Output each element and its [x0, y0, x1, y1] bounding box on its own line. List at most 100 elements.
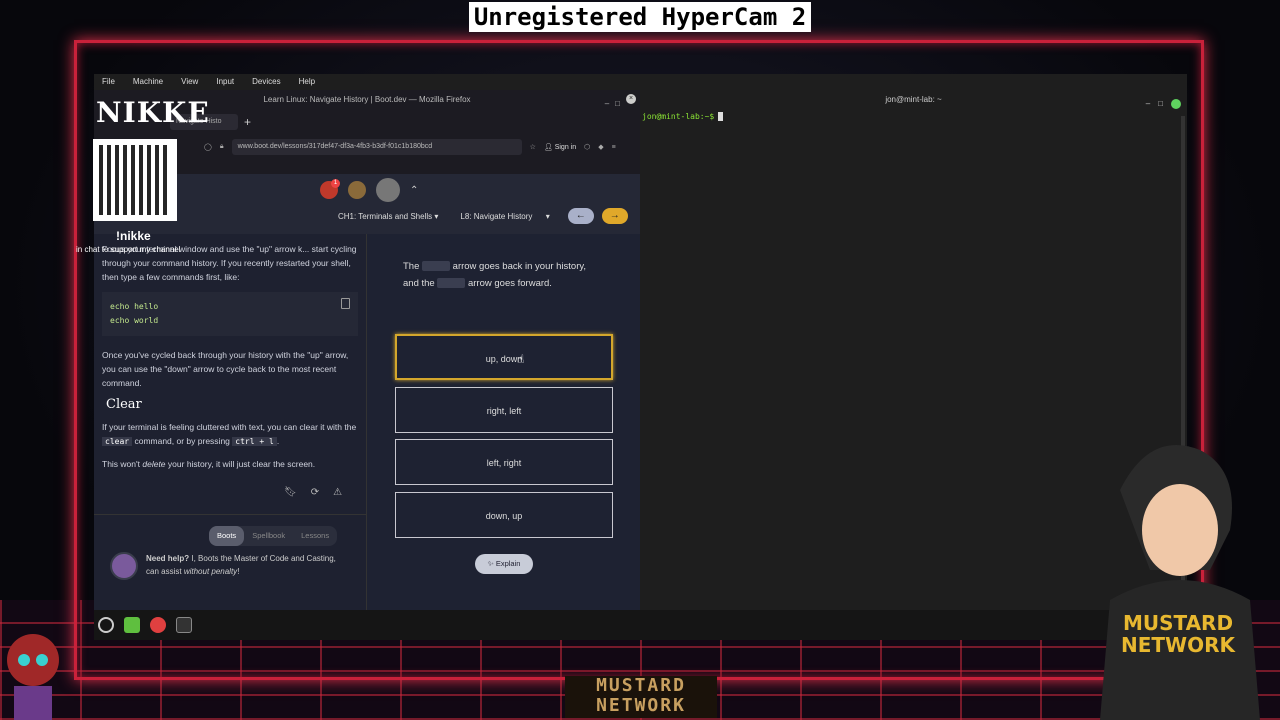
- quiz-question: The arrow goes back in your history, and…: [403, 258, 593, 292]
- hoodie-text: NETWORK: [1121, 633, 1237, 657]
- warning-icon[interactable]: ⚠: [333, 486, 342, 500]
- mint-taskbar: [94, 610, 1187, 640]
- text-fragment: .: [276, 436, 280, 446]
- inline-code: ctrl + l: [232, 437, 277, 446]
- close-icon[interactable]: ×: [626, 94, 636, 104]
- streamer-avatar-character: MUSTARD NETWORK: [1100, 445, 1260, 720]
- maximize-icon[interactable]: □: [615, 94, 620, 114]
- bootdev-page: 1 ⌃ CH1: Terminals and Shells ▾ L8: Navi…: [94, 174, 640, 620]
- maximize-icon[interactable]: □: [1158, 94, 1163, 114]
- nikke-support-text: in chat to support my channel: [76, 245, 181, 254]
- text-fragment: command, or by pressing: [134, 436, 230, 446]
- tab-boots[interactable]: Boots: [209, 526, 245, 546]
- notification-bell-icon[interactable]: 1: [320, 179, 340, 199]
- terminal-titlebar: jon@mint-lab: ~ – □: [640, 90, 1187, 110]
- answer-option[interactable]: up, down: [395, 334, 613, 380]
- bookmark-star-icon[interactable]: ☆: [530, 143, 536, 151]
- terminal-line: jon@mint-lab:~$: [640, 112, 1187, 121]
- answer-option[interactable]: down, up: [395, 492, 613, 538]
- emphasis: without penalty: [183, 567, 238, 576]
- minimize-icon[interactable]: –: [605, 94, 609, 114]
- new-tab-icon[interactable]: +: [244, 115, 251, 129]
- avatar[interactable]: [376, 178, 400, 202]
- hoodie-text: MUSTARD: [1123, 611, 1233, 635]
- gems-icon[interactable]: [348, 181, 366, 199]
- text-fragment: If your terminal is feeling cluttered wi…: [102, 422, 357, 432]
- answer-option[interactable]: left, right: [395, 439, 613, 485]
- terminal-taskbar-icon[interactable]: [176, 617, 192, 633]
- extensions-icon[interactable]: ⬡: [584, 143, 590, 151]
- shell-prompt: jon@mint-lab:~$: [642, 112, 715, 121]
- lesson-actions: 🔖︎ ⟳ ⚠: [284, 486, 342, 500]
- text-fragment: !: [237, 567, 240, 576]
- lesson-content: Focus your terminal window and use the "…: [94, 234, 366, 620]
- menu-view[interactable]: View: [181, 74, 198, 90]
- bookmark-icon[interactable]: 🔖︎: [284, 486, 297, 500]
- files-icon[interactable]: [124, 617, 140, 633]
- qr-pattern: [99, 145, 171, 215]
- logo-line: NETWORK: [596, 695, 686, 716]
- logo-line: MUSTARD: [596, 675, 686, 696]
- inline-code: clear: [102, 437, 133, 446]
- menu-file[interactable]: File: [102, 74, 115, 90]
- help-title: Need help?: [146, 554, 190, 563]
- close-icon[interactable]: [1171, 99, 1181, 109]
- text-fragment: The: [403, 261, 420, 272]
- terminal-cursor: [718, 112, 724, 121]
- menu-hamburger-icon[interactable]: ≡: [612, 144, 616, 151]
- lock-icon: 🔒︎: [219, 143, 224, 150]
- lesson-select[interactable]: L8: Navigate History ▾: [456, 209, 553, 224]
- stream-stage: Unregistered HyperCam 2 File Machine Vie…: [0, 0, 1280, 720]
- chapter-select[interactable]: CH1: Terminals and Shells ▾: [334, 209, 442, 224]
- quiz-panel: The arrow goes back in your history, and…: [366, 234, 640, 620]
- boots-avatar: [110, 552, 138, 580]
- next-lesson-button[interactable]: →: [601, 208, 628, 224]
- code-line: echo world: [110, 316, 159, 325]
- section-heading: Clear: [106, 397, 142, 412]
- mustard-network-logo: MUSTARD NETWORK: [565, 676, 717, 718]
- help-panel: Need help? I, Boots the Master of Code a…: [110, 552, 350, 580]
- answer-option[interactable]: right, left: [395, 387, 613, 433]
- virtualbox-window: File Machine View Input Devices Help Lea…: [94, 74, 1187, 640]
- firefox-taskbar-icon[interactable]: [150, 617, 166, 633]
- text-fragment: your history, it will just clear the scr…: [167, 459, 316, 469]
- shield-icon[interactable]: ◯: [204, 143, 212, 151]
- qr-code: [93, 139, 177, 221]
- lesson-selectors: CH1: Terminals and Shells ▾ L8: Navigate…: [334, 208, 628, 224]
- window-controls: – □ ×: [605, 94, 636, 114]
- vm-menubar: File Machine View Input Devices Help: [94, 74, 1187, 90]
- mascot-character: [7, 634, 59, 720]
- sign-in-button[interactable]: 👤︎ Sign in: [544, 143, 576, 151]
- window-controls: – □: [1146, 94, 1181, 114]
- divider: [94, 514, 366, 515]
- sign-in-label: Sign in: [554, 144, 577, 151]
- tab-spellbook[interactable]: Spellbook: [244, 526, 293, 546]
- notification-count: 1: [331, 179, 340, 188]
- menu-devices[interactable]: Devices: [252, 74, 280, 90]
- explain-label: Explain: [495, 559, 521, 568]
- minimize-icon[interactable]: –: [1146, 94, 1150, 114]
- lesson-select-label: L8: Navigate History: [460, 211, 533, 221]
- shield-ext-icon[interactable]: ◆: [598, 143, 603, 151]
- url-bar[interactable]: www.boot.dev/lessons/317def47-df3a-4fb3-…: [231, 139, 522, 155]
- menu-input[interactable]: Input: [216, 74, 234, 90]
- hypercam-watermark: Unregistered HyperCam 2: [469, 2, 811, 32]
- chevron-up-icon[interactable]: ⌃: [410, 185, 418, 196]
- menu-machine[interactable]: Machine: [133, 74, 163, 90]
- mint-menu-icon[interactable]: [98, 617, 114, 633]
- code-line: echo hello: [110, 302, 159, 311]
- text-fragment: This won't: [102, 459, 140, 469]
- prev-lesson-button[interactable]: ←: [567, 208, 594, 224]
- tab-lessons[interactable]: Lessons: [293, 526, 337, 546]
- menu-help[interactable]: Help: [299, 74, 315, 90]
- copy-icon[interactable]: [341, 298, 350, 309]
- help-text: Need help? I, Boots the Master of Code a…: [146, 552, 350, 580]
- explain-button[interactable]: ✨︎ Explain: [475, 554, 533, 574]
- blank: [437, 278, 466, 289]
- refresh-icon[interactable]: ⟳: [311, 486, 319, 500]
- assistant-tabs: Boots Spellbook Lessons: [209, 526, 338, 546]
- mouse-cursor-icon: ☝︎: [517, 352, 525, 366]
- lesson-para-4: This won't delete your history, it will …: [102, 457, 358, 471]
- lesson-para-2: Once you've cycled back through your his…: [102, 350, 349, 388]
- blank: [422, 261, 451, 272]
